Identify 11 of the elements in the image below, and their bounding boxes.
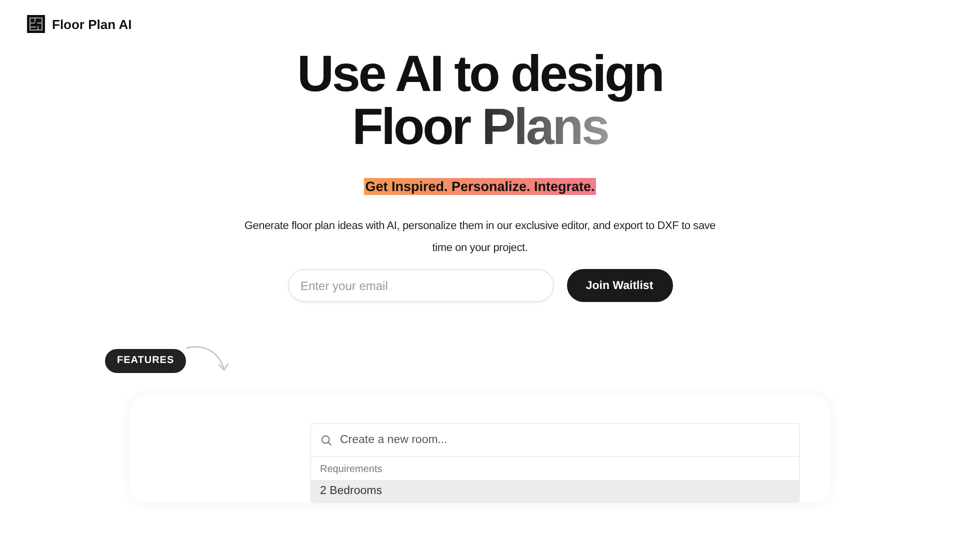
brand-name[interactable]: Floor Plan AI: [52, 16, 132, 32]
headline: Use AI to design: [297, 47, 663, 100]
email-field[interactable]: Enter your email: [288, 269, 554, 302]
description: Generate floor plan ideas with AI, personalize them in our exclusive editor, and export to DXF to save time on your project.: [243, 219, 717, 256]
floor-plan-logo-icon: [27, 15, 45, 33]
search-icon: [321, 434, 332, 446]
group-heading: Requirements: [319, 463, 384, 477]
join-waitlist-button[interactable]: Join Waitlist: [566, 269, 672, 302]
features-badge: FEATURES: [105, 349, 186, 373]
tagline: Get Inspired. Personalize. Integrate.: [364, 178, 596, 195]
requirement-item[interactable]: 2 Bedrooms: [311, 480, 799, 502]
